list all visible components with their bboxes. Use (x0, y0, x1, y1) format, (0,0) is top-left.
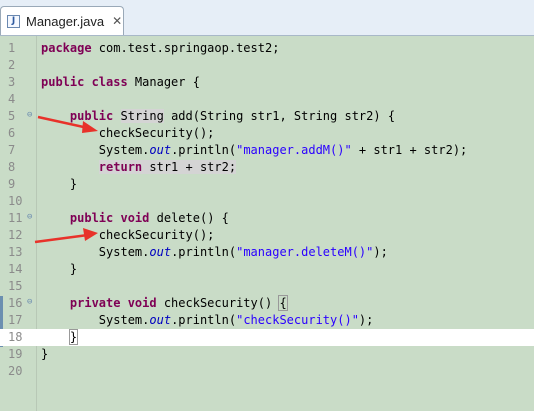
arrow-to-line-12 (34, 228, 98, 244)
annotation-arrows (34, 115, 98, 244)
arrow-to-line-6 (37, 115, 98, 133)
